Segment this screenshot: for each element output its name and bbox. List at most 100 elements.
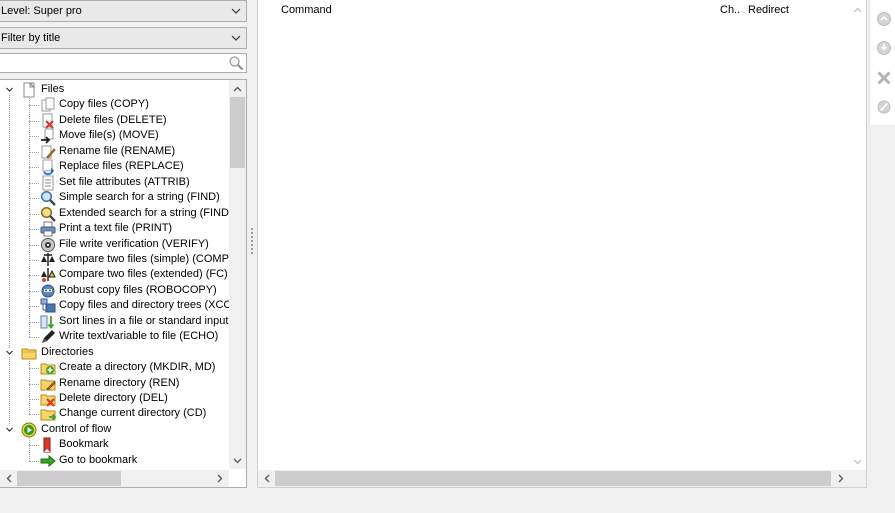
expand-toggle-icon[interactable]: [5, 425, 14, 434]
tree-item[interactable]: Robust copy files (ROBOCOPY): [29, 283, 229, 298]
tree-item-label: Set file attributes (ATTRIB): [59, 175, 190, 188]
tree-connector-line: [29, 337, 39, 339]
tree-connector-line: [29, 445, 39, 447]
chevron-down-icon: [231, 35, 241, 41]
search-field[interactable]: [0, 53, 247, 73]
move-up-icon[interactable]: [876, 11, 892, 27]
tree-item[interactable]: Create a directory (MKDIR, MD): [29, 360, 229, 375]
status-bar: [0, 490, 895, 513]
tree-item-label: Delete files (DELETE): [59, 113, 167, 126]
tree-item-label: File write verification (VERIFY): [59, 237, 209, 250]
tree-connector-line: [29, 368, 39, 370]
tree-item[interactable]: Delete directory (DEL): [29, 391, 229, 407]
tree-item-label: Delete directory (DEL): [59, 392, 168, 404]
tree-horizontal-scrollbar[interactable]: [0, 470, 229, 487]
tree-item[interactable]: Compare two files (extended) (FC): [29, 267, 229, 283]
tree-item[interactable]: Simple search for a string (FIND): [29, 190, 229, 206]
tree-item-label: Rename directory (REN): [59, 376, 180, 389]
tree-item[interactable]: Compare two files (simple) (COMP): [29, 252, 229, 267]
tree-item[interactable]: Write text/variable to file (ECHO): [29, 329, 229, 344]
tree-item[interactable]: Move file(s) (MOVE): [29, 128, 229, 144]
chevron-down-icon: [231, 8, 241, 14]
tree-vertical-scrollbar[interactable]: [229, 80, 246, 469]
scroll-right-arrow-icon[interactable]: [832, 470, 849, 487]
tree-item-label: Move file(s) (MOVE): [59, 129, 159, 142]
tree-category-label: Control of flow: [41, 422, 112, 435]
tree-item[interactable]: Bookmark: [29, 437, 229, 453]
column-header-redirect[interactable]: Redirect: [741, 0, 849, 20]
tree-connector-line: [29, 437, 30, 461]
table-horizontal-scrollbar[interactable]: [258, 470, 849, 487]
tree-item[interactable]: Copy files and directory trees (XCOF: [29, 298, 229, 313]
level-dropdown[interactable]: Level: Super pro: [0, 0, 247, 22]
scroll-up-arrow-icon[interactable]: [849, 1, 866, 18]
table-vertical-scrollbar[interactable]: [849, 0, 866, 470]
tree-item-label: Replace files (REPLACE): [59, 160, 184, 173]
tree-item-label: Simple search for a string (FIND): [59, 191, 220, 204]
tree-item[interactable]: Print a text file (PRINT): [29, 221, 229, 237]
tree-item[interactable]: Sort lines in a file or standard input (: [29, 314, 229, 329]
tree-connector-line: [29, 198, 39, 200]
tree-category[interactable]: Directories: [5, 345, 229, 360]
tree-item-label: Print a text file (PRINT): [59, 222, 173, 235]
tree-item-label: Copy files (COPY): [59, 98, 149, 111]
tree-category-label: Files: [41, 83, 65, 95]
scroll-up-arrow-icon[interactable]: [229, 80, 246, 97]
tree-hscroll-thumb[interactable]: [17, 471, 121, 486]
tree-item[interactable]: Go to bookmark: [29, 453, 229, 468]
pen-icon: [42, 330, 55, 344]
tree-item-label: Compare two files (simple) (COMP): [59, 252, 229, 265]
folder-delete-icon: [40, 394, 56, 407]
search-input[interactable]: [2, 55, 206, 73]
scroll-right-arrow-icon[interactable]: [211, 470, 228, 487]
tree-item[interactable]: Replace files (REPLACE): [29, 159, 229, 176]
attrib-icon: [42, 175, 54, 191]
delete-icon[interactable]: [876, 70, 892, 86]
splitter-grip[interactable]: [251, 228, 253, 256]
folder-rename-icon: [40, 379, 56, 391]
table-hscroll-thumb[interactable]: [275, 471, 831, 486]
command-tree[interactable]: Files Copy files (COPY) Delete files (DELE…: [0, 79, 247, 488]
tree-item[interactable]: Set file attributes (ATTRIB): [29, 175, 229, 191]
disable-icon[interactable]: [876, 99, 892, 115]
tree-connector-line: [29, 321, 39, 323]
tree-item[interactable]: Rename directory (REN): [29, 376, 229, 391]
scroll-down-arrow-icon[interactable]: [849, 453, 866, 470]
command-table[interactable]: Command Ch... Redirect: [257, 0, 867, 488]
tree-item[interactable]: Rename file (RENAME): [29, 144, 229, 159]
move-down-icon[interactable]: [876, 40, 892, 56]
tree-item-label: Extended search for a string (FINDS: [59, 206, 229, 219]
tree-item-label: Bookmark: [59, 438, 109, 451]
expand-toggle-icon[interactable]: [5, 85, 14, 94]
tree-connector-line: [29, 306, 39, 308]
tree-item[interactable]: File write verification (VERIFY): [29, 237, 229, 252]
tree-item[interactable]: Copy files (COPY): [29, 97, 229, 112]
tree-item[interactable]: Change current directory (CD): [29, 406, 229, 421]
title-filter-value: Filter by title: [1, 32, 61, 44]
tree-connector-line: [29, 290, 39, 292]
tree-connector-line: [9, 90, 10, 430]
scroll-left-arrow-icon[interactable]: [0, 470, 17, 487]
tree-item[interactable]: Extended search for a string (FINDS: [29, 206, 229, 222]
tree-connector-line: [29, 259, 39, 261]
tree-item-label: Create a directory (MKDIR, MD): [59, 361, 216, 374]
delete-file-icon: [42, 113, 54, 129]
scroll-left-arrow-icon[interactable]: [258, 470, 275, 487]
tree-item[interactable]: Delete files (DELETE): [29, 113, 229, 129]
tree-scroll-thumb[interactable]: [230, 97, 245, 168]
goto-arrow-icon: [40, 454, 56, 467]
verify-icon: [41, 237, 55, 252]
tree-connector-line: [29, 213, 39, 215]
tree-category[interactable]: Files: [5, 82, 229, 98]
tree-connector-line: [29, 136, 39, 138]
column-header-command[interactable]: Command: [275, 0, 713, 20]
scroll-down-arrow-icon[interactable]: [229, 452, 246, 469]
table-header: Command Ch... Redirect: [258, 0, 849, 20]
tree-category[interactable]: Control of flow: [5, 422, 229, 438]
compare-extended-icon: [41, 268, 56, 283]
move-icon: [41, 128, 54, 144]
tree-connector-line: [29, 460, 39, 462]
title-filter-dropdown[interactable]: Filter by title: [0, 27, 247, 49]
search-icon[interactable]: [228, 55, 244, 71]
expand-toggle-icon[interactable]: [5, 348, 14, 357]
